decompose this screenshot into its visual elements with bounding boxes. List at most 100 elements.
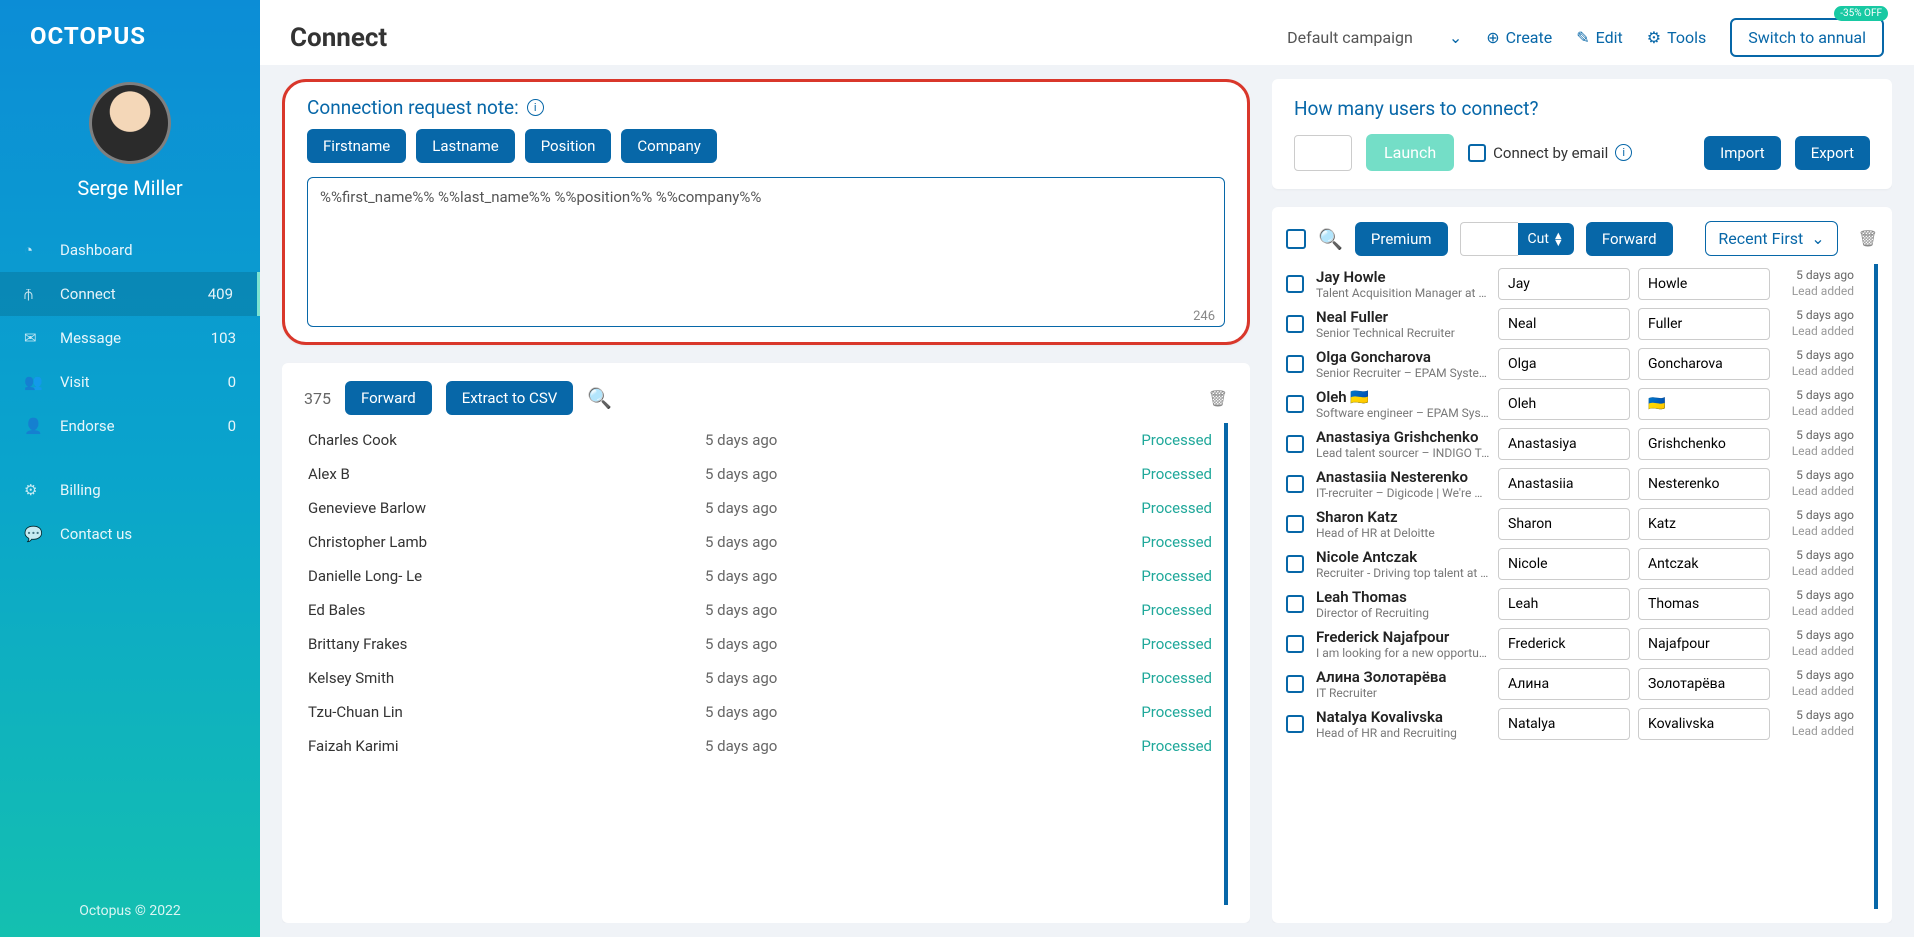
lastname-input[interactable] xyxy=(1638,468,1770,500)
cut-input[interactable] xyxy=(1460,222,1518,256)
sidebar-item-connect[interactable]: ⫚Connect409 xyxy=(0,272,260,316)
lastname-input[interactable] xyxy=(1638,348,1770,380)
lastname-input[interactable] xyxy=(1638,708,1770,740)
list-row[interactable]: Faizah Karimi5 days agoProcessed xyxy=(304,729,1216,763)
sidebar-item-message[interactable]: ✉Message103 xyxy=(0,316,260,360)
contact-meta: 5 days agoLead added xyxy=(1778,508,1854,539)
nav-label: Endorse xyxy=(60,417,115,435)
info-icon[interactable]: i xyxy=(1615,144,1632,161)
contact-checkbox[interactable] xyxy=(1286,435,1304,453)
contact-checkbox[interactable] xyxy=(1286,395,1304,413)
sidebar-item-contact-us[interactable]: 💬Contact us xyxy=(0,512,260,556)
extract-csv-button[interactable]: Extract to CSV xyxy=(446,381,574,415)
contact-checkbox[interactable] xyxy=(1286,515,1304,533)
firstname-input[interactable] xyxy=(1498,388,1630,420)
contact-checkbox[interactable] xyxy=(1286,275,1304,293)
firstname-input[interactable] xyxy=(1498,468,1630,500)
row-name: Kelsey Smith xyxy=(308,669,705,687)
tag-lastname[interactable]: Lastname xyxy=(416,129,514,163)
search-icon[interactable]: 🔍 xyxy=(587,386,612,410)
firstname-input[interactable] xyxy=(1498,708,1630,740)
contact-checkbox[interactable] xyxy=(1286,675,1304,693)
list-row[interactable]: Danielle Long- Le5 days agoProcessed xyxy=(304,559,1216,593)
lastname-input[interactable] xyxy=(1638,508,1770,540)
users-count-input[interactable] xyxy=(1294,135,1352,171)
export-button[interactable]: Export xyxy=(1795,136,1870,170)
list-row[interactable]: Genevieve Barlow5 days agoProcessed xyxy=(304,491,1216,525)
contact-checkbox[interactable] xyxy=(1286,595,1304,613)
firstname-input[interactable] xyxy=(1498,268,1630,300)
firstname-input[interactable] xyxy=(1498,548,1630,580)
lastname-input[interactable] xyxy=(1638,268,1770,300)
firstname-input[interactable] xyxy=(1498,508,1630,540)
trash-icon[interactable]: 🗑 xyxy=(1208,389,1228,408)
lastname-input[interactable] xyxy=(1638,428,1770,460)
recent-dropdown[interactable]: Recent First ⌄ xyxy=(1705,221,1837,256)
list-row[interactable]: Charles Cook5 days agoProcessed xyxy=(304,423,1216,457)
launch-button[interactable]: Launch xyxy=(1366,134,1454,171)
tools-button[interactable]: ⚙ Tools xyxy=(1647,28,1707,47)
firstname-input[interactable] xyxy=(1498,428,1630,460)
lastname-input[interactable] xyxy=(1638,668,1770,700)
list-row[interactable]: Christopher Lamb5 days agoProcessed xyxy=(304,525,1216,559)
contact-info[interactable]: Sharon Katz Head of HR at Deloitte xyxy=(1316,508,1490,540)
lastname-input[interactable] xyxy=(1638,628,1770,660)
import-button[interactable]: Import xyxy=(1704,136,1781,170)
list-row[interactable]: Tzu-Chuan Lin5 days agoProcessed xyxy=(304,695,1216,729)
list-row[interactable]: Brittany Frakes5 days agoProcessed xyxy=(304,627,1216,661)
list-row[interactable]: Kelsey Smith5 days agoProcessed xyxy=(304,661,1216,695)
lastname-input[interactable] xyxy=(1638,388,1770,420)
contact-info[interactable]: Leah Thomas Director of Recruiting xyxy=(1316,588,1490,620)
contact-meta: 5 days agoLead added xyxy=(1778,428,1854,459)
contact-info[interactable]: Frederick Najafpour I am looking for a n… xyxy=(1316,628,1490,660)
contact-checkbox[interactable] xyxy=(1286,715,1304,733)
sidebar-item-visit[interactable]: 👥Visit0 xyxy=(0,360,260,404)
contact-checkbox[interactable] xyxy=(1286,315,1304,333)
firstname-input[interactable] xyxy=(1498,668,1630,700)
contact-checkbox[interactable] xyxy=(1286,555,1304,573)
firstname-input[interactable] xyxy=(1498,588,1630,620)
sidebar-item-endorse[interactable]: 👤Endorse0 xyxy=(0,404,260,448)
nav-label: Connect xyxy=(60,285,116,303)
lastname-input[interactable] xyxy=(1638,308,1770,340)
campaign-dropdown[interactable]: Default campaign ⌄ xyxy=(1287,28,1462,47)
premium-button[interactable]: Premium xyxy=(1355,222,1448,256)
contact-info[interactable]: Natalya Kovalivska Head of HR and Recrui… xyxy=(1316,708,1490,740)
contact-checkbox[interactable] xyxy=(1286,635,1304,653)
contact-info[interactable]: Anastasiia Nesterenko IT-recruiter – Dig… xyxy=(1316,468,1490,500)
create-button[interactable]: ⊕ Create xyxy=(1486,28,1552,47)
lastname-input[interactable] xyxy=(1638,548,1770,580)
list-row[interactable]: Ed Bales5 days agoProcessed xyxy=(304,593,1216,627)
forward-button[interactable]: Forward xyxy=(345,381,432,415)
cut-button[interactable]: Cut ▲▼ xyxy=(1518,223,1574,255)
lastname-input[interactable] xyxy=(1638,588,1770,620)
firstname-input[interactable] xyxy=(1498,348,1630,380)
email-checkbox[interactable] xyxy=(1468,144,1486,162)
note-textarea[interactable] xyxy=(307,177,1225,327)
contact-info[interactable]: Neal Fuller Senior Technical Recruiter xyxy=(1316,308,1490,340)
firstname-input[interactable] xyxy=(1498,308,1630,340)
select-all-checkbox[interactable] xyxy=(1286,229,1306,249)
avatar[interactable] xyxy=(89,82,171,164)
tag-firstname[interactable]: Firstname xyxy=(307,129,406,163)
trash-icon[interactable]: 🗑 xyxy=(1858,229,1878,248)
switch-annual-button[interactable]: Switch to annual -35% OFF xyxy=(1730,18,1884,57)
contact-info[interactable]: Nicole Antczak Recruiter - Driving top t… xyxy=(1316,548,1490,580)
contact-info[interactable]: Oleh 🇺🇦 Software engineer – EPAM Syste… xyxy=(1316,388,1490,420)
sidebar-item-billing[interactable]: ⚙Billing xyxy=(0,468,260,512)
search-icon[interactable]: 🔍 xyxy=(1318,227,1343,251)
contact-info[interactable]: Anastasiya Grishchenko Lead talent sourc… xyxy=(1316,428,1490,460)
tag-company[interactable]: Company xyxy=(621,129,716,163)
sidebar-item-dashboard[interactable]: ◔Dashboard xyxy=(0,228,260,272)
contact-checkbox[interactable] xyxy=(1286,475,1304,493)
list-row[interactable]: Alex B5 days agoProcessed xyxy=(304,457,1216,491)
contact-info[interactable]: Jay Howle Talent Acquisition Manager at … xyxy=(1316,268,1490,300)
contact-checkbox[interactable] xyxy=(1286,355,1304,373)
firstname-input[interactable] xyxy=(1498,628,1630,660)
edit-button[interactable]: ✎ Edit xyxy=(1576,28,1623,47)
forward-contacts-button[interactable]: Forward xyxy=(1586,222,1673,256)
contact-info[interactable]: Алина Золотарёва IT Recruiter xyxy=(1316,668,1490,700)
contact-info[interactable]: Olga Goncharova Senior Recruiter – EPAM … xyxy=(1316,348,1490,380)
info-icon[interactable]: i xyxy=(527,99,544,116)
tag-position[interactable]: Position xyxy=(525,129,612,163)
